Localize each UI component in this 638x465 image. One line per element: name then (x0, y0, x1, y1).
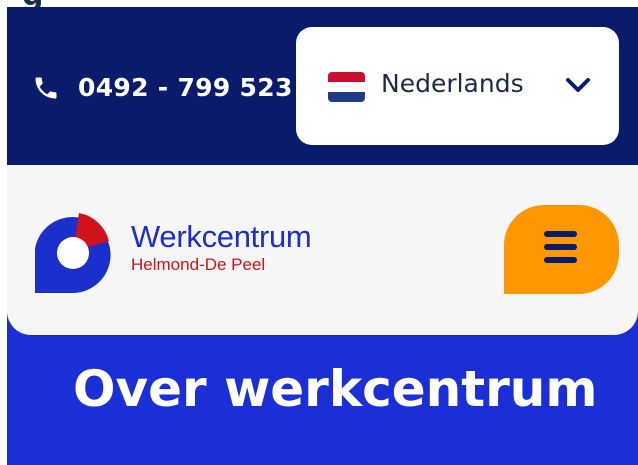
chevron-down-icon (566, 78, 590, 92)
netherlands-flag-icon (328, 72, 365, 102)
language-label: Nederlands (381, 69, 524, 98)
phone-icon (35, 77, 57, 98)
phone-number: 0492 - 799 523 (78, 73, 293, 102)
site-header: Werkcentrum Helmond-De Peel (7, 165, 638, 335)
hamburger-icon (544, 231, 577, 265)
werkcentrum-logo-icon (35, 213, 111, 293)
language-select[interactable]: Nederlands (296, 27, 619, 145)
logo-title: Werkcentrum (131, 218, 312, 254)
phone-link[interactable]: 0492 - 799 523 (32, 73, 293, 102)
site-logo[interactable]: Werkcentrum Helmond-De Peel (27, 207, 312, 295)
menu-button[interactable] (504, 205, 619, 294)
page-title: Over werkcentrum (73, 360, 598, 418)
logo-subtitle: Helmond-De Peel (131, 254, 266, 274)
